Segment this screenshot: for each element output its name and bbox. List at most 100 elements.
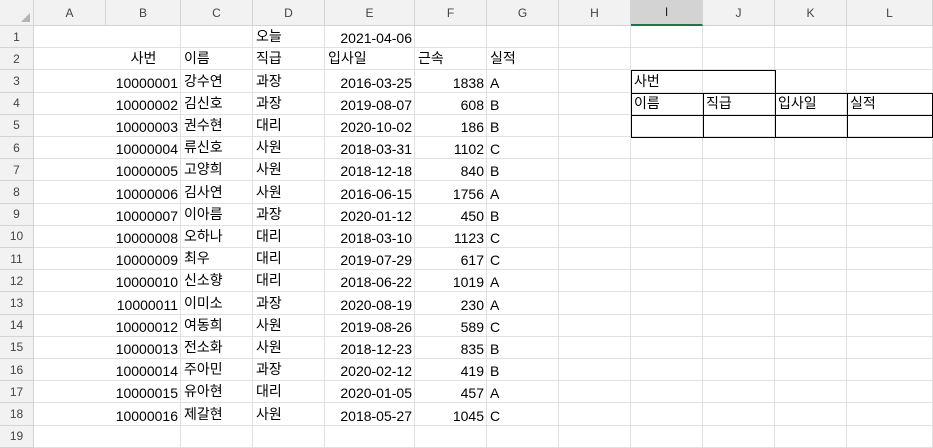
tenure-cell[interactable]: 589: [415, 315, 487, 337]
name-cell[interactable]: 고양희: [181, 159, 253, 181]
name-cell[interactable]: 김신호: [181, 93, 253, 115]
position-cell[interactable]: 과장: [253, 292, 325, 314]
hire-date-cell[interactable]: 2019-08-26: [325, 315, 415, 337]
row-header-15[interactable]: 15: [0, 336, 34, 359]
hire-date-cell[interactable]: 2020-10-02: [325, 115, 415, 137]
column-header-c[interactable]: C: [181, 0, 253, 26]
tenure-cell[interactable]: 186: [415, 115, 487, 137]
position-cell[interactable]: 대리: [253, 270, 325, 292]
hire-date-cell[interactable]: 2020-01-05: [325, 381, 415, 403]
row-header-6[interactable]: 6: [0, 137, 34, 160]
hire-date-cell[interactable]: 2020-01-12: [325, 204, 415, 226]
tenure-cell[interactable]: 608: [415, 93, 487, 115]
hire-date-cell[interactable]: 2018-12-18: [325, 159, 415, 181]
performance-cell[interactable]: B: [487, 204, 559, 226]
name-cell[interactable]: 신소향: [181, 270, 253, 292]
row-header-10[interactable]: 10: [0, 225, 34, 248]
hire-date-cell[interactable]: 2018-03-10: [325, 226, 415, 248]
name-cell[interactable]: 이아름: [181, 204, 253, 226]
performance-cell[interactable]: A: [487, 381, 559, 403]
employee-id-cell[interactable]: 10000016: [106, 403, 181, 425]
hire-date-cell[interactable]: 2016-06-15: [325, 181, 415, 203]
name-cell[interactable]: 권수현: [181, 115, 253, 137]
employee-id-cell[interactable]: 10000009: [106, 248, 181, 270]
spreadsheet-grid[interactable]: A B C D E F G H I J K L 1 2 3 4 5 6 7 8 9 10 11 12 13 14 15 16 17 18 1…: [0, 0, 933, 448]
tenure-cell[interactable]: 457: [415, 381, 487, 403]
employee-id-cell[interactable]: 10000015: [106, 381, 181, 403]
employee-id-cell[interactable]: 10000001: [106, 70, 181, 92]
today-date-cell[interactable]: 2021-04-06: [325, 26, 415, 48]
performance-cell[interactable]: B: [487, 337, 559, 359]
performance-cell[interactable]: A: [487, 270, 559, 292]
position-cell[interactable]: 과장: [253, 359, 325, 381]
employee-id-cell[interactable]: 10000004: [106, 137, 181, 159]
position-cell[interactable]: 사원: [253, 181, 325, 203]
row-header-5[interactable]: 5: [0, 114, 34, 137]
tenure-cell[interactable]: 1045: [415, 403, 487, 425]
hire-date-cell[interactable]: 2018-03-31: [325, 137, 415, 159]
table-header-cell[interactable]: 직급: [253, 48, 325, 70]
name-cell[interactable]: 이미소: [181, 292, 253, 314]
performance-cell[interactable]: A: [487, 70, 559, 92]
performance-cell[interactable]: B: [487, 159, 559, 181]
row-header-13[interactable]: 13: [0, 292, 34, 315]
column-header-a[interactable]: A: [34, 0, 106, 26]
performance-cell[interactable]: C: [487, 137, 559, 159]
column-header-l[interactable]: L: [847, 0, 933, 26]
tenure-cell[interactable]: 419: [415, 359, 487, 381]
hire-date-cell[interactable]: 2019-07-29: [325, 248, 415, 270]
tenure-cell[interactable]: 230: [415, 292, 487, 314]
name-cell[interactable]: 김사연: [181, 181, 253, 203]
row-header-8[interactable]: 8: [0, 181, 34, 204]
name-cell[interactable]: 여동희: [181, 315, 253, 337]
employee-id-cell[interactable]: 10000003: [106, 115, 181, 137]
hire-date-cell[interactable]: 2016-03-25: [325, 70, 415, 92]
position-cell[interactable]: 사원: [253, 337, 325, 359]
employee-id-cell[interactable]: 10000010: [106, 270, 181, 292]
row-header-14[interactable]: 14: [0, 314, 34, 337]
tenure-cell[interactable]: 617: [415, 248, 487, 270]
position-cell[interactable]: 대리: [253, 381, 325, 403]
employee-id-cell[interactable]: 10000002: [106, 93, 181, 115]
row-header-16[interactable]: 16: [0, 359, 34, 382]
column-header-h[interactable]: H: [559, 0, 631, 26]
hire-date-cell[interactable]: 2020-02-12: [325, 359, 415, 381]
performance-cell[interactable]: B: [487, 359, 559, 381]
name-cell[interactable]: 주아민: [181, 359, 253, 381]
position-cell[interactable]: 사원: [253, 315, 325, 337]
employee-id-cell[interactable]: 10000005: [106, 159, 181, 181]
row-header-3[interactable]: 3: [0, 70, 34, 93]
performance-cell[interactable]: C: [487, 226, 559, 248]
row-header-12[interactable]: 12: [0, 270, 34, 293]
position-cell[interactable]: 과장: [253, 93, 325, 115]
name-cell[interactable]: 제갈현: [181, 403, 253, 425]
hire-date-cell[interactable]: 2020-08-19: [325, 292, 415, 314]
performance-cell[interactable]: C: [487, 248, 559, 270]
tenure-cell[interactable]: 450: [415, 204, 487, 226]
row-header-18[interactable]: 18: [0, 403, 34, 426]
tenure-cell[interactable]: 835: [415, 337, 487, 359]
name-cell[interactable]: 유아현: [181, 381, 253, 403]
tenure-cell[interactable]: 1838: [415, 70, 487, 92]
table-header-cell[interactable]: 이름: [181, 48, 253, 70]
column-header-e[interactable]: E: [325, 0, 415, 26]
performance-cell[interactable]: A: [487, 292, 559, 314]
performance-cell[interactable]: B: [487, 115, 559, 137]
position-cell[interactable]: 사원: [253, 137, 325, 159]
row-header-1[interactable]: 1: [0, 26, 34, 49]
employee-id-cell[interactable]: 10000008: [106, 226, 181, 248]
row-header-4[interactable]: 4: [0, 92, 34, 115]
name-cell[interactable]: 류신호: [181, 137, 253, 159]
position-cell[interactable]: 과장: [253, 204, 325, 226]
column-header-f[interactable]: F: [415, 0, 487, 26]
performance-cell[interactable]: C: [487, 315, 559, 337]
row-header-9[interactable]: 9: [0, 203, 34, 226]
column-header-b[interactable]: B: [106, 0, 181, 26]
tenure-cell[interactable]: 1102: [415, 137, 487, 159]
tenure-cell[interactable]: 1019: [415, 270, 487, 292]
row-header-7[interactable]: 7: [0, 159, 34, 182]
select-all-button[interactable]: [0, 0, 34, 26]
position-cell[interactable]: 대리: [253, 115, 325, 137]
position-cell[interactable]: 사원: [253, 403, 325, 425]
hire-date-cell[interactable]: 2019-08-07: [325, 93, 415, 115]
